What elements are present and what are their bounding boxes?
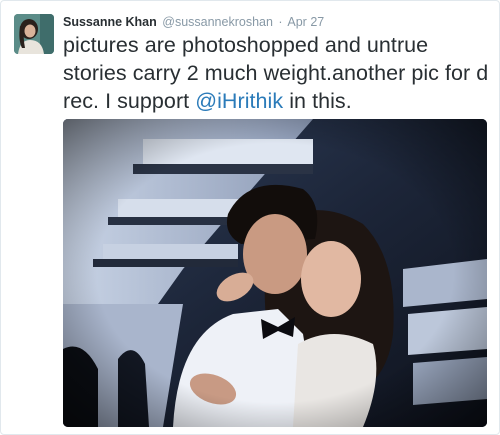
meta-separator: · bbox=[278, 15, 283, 29]
author-name[interactable]: Sussanne Khan bbox=[63, 15, 157, 29]
tweet-card[interactable]: Sussanne Khan @sussannekroshan · Apr 27 … bbox=[0, 0, 500, 435]
tweet-text: pictures are photoshopped and untrue sto… bbox=[63, 31, 493, 115]
author-handle[interactable]: @sussannekroshan bbox=[162, 15, 273, 29]
author-avatar[interactable] bbox=[14, 14, 54, 54]
tweet-header: Sussanne Khan @sussannekroshan · Apr 27 bbox=[63, 13, 324, 31]
tweet-photo[interactable] bbox=[63, 119, 487, 427]
avatar-image bbox=[14, 14, 54, 54]
mention-link[interactable]: @iHrithik bbox=[195, 89, 283, 113]
tweet-date[interactable]: Apr 27 bbox=[287, 15, 324, 29]
photo-image bbox=[63, 119, 487, 427]
tweet-text-tail: in this. bbox=[283, 89, 352, 113]
